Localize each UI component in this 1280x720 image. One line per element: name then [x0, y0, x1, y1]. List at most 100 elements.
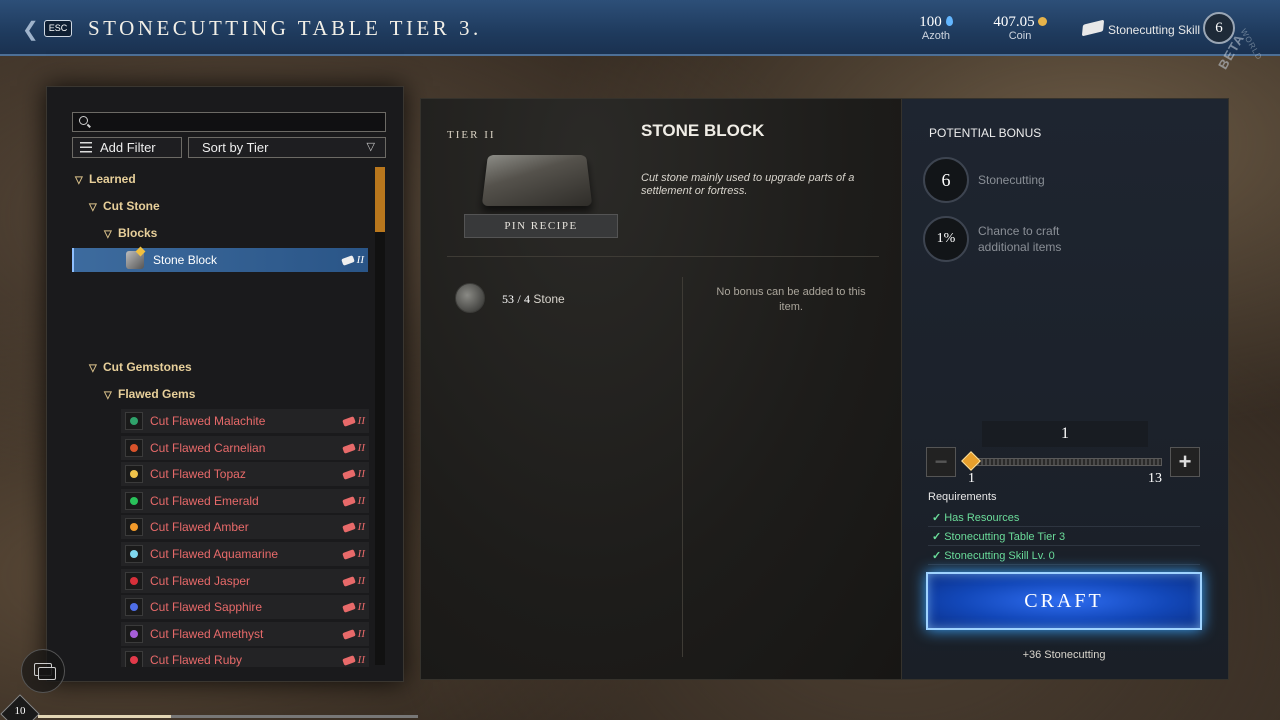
tier-badge: II: [341, 595, 365, 619]
ingredient-name: Stone: [533, 292, 565, 306]
tool-icon: [341, 549, 356, 560]
caret-down-icon: ▽: [75, 175, 83, 186]
recipe-label: Cut Flawed Jasper: [150, 573, 251, 588]
category-flawed-gems[interactable]: ▽ Flawed Gems: [104, 382, 195, 406]
scrollbar[interactable]: [375, 167, 385, 665]
divider: [682, 277, 683, 657]
tier-label: TIER II: [447, 129, 496, 141]
gem-icon: [125, 465, 143, 484]
sort-dropdown[interactable]: Sort by Tier ▽: [188, 137, 386, 158]
requirement-label: Has Resources: [944, 512, 1020, 524]
xp-gain-text: +36 Stonecutting: [1022, 649, 1106, 661]
increase-quantity-button[interactable]: +: [1170, 447, 1200, 477]
tier-text: II: [357, 494, 365, 507]
item-description: Cut stone mainly used to upgrade parts o…: [641, 172, 855, 197]
gem-icon: [125, 491, 143, 510]
skill-bonus-ring: 6: [923, 157, 969, 203]
category-label: Cut Stone: [103, 199, 160, 213]
tier-badge: II: [340, 248, 364, 272]
scrollbar-thumb[interactable]: [375, 167, 385, 232]
recipe-label: Cut Flawed Amethyst: [150, 626, 264, 641]
skill-bonus-label: Stonecutting: [978, 173, 1045, 187]
chat-button[interactable]: [21, 649, 65, 693]
gem-swatch: [130, 656, 138, 665]
category-label: Learned: [89, 172, 136, 186]
item-name: STONE BLOCK: [641, 121, 765, 140]
caret-down-icon: ▽: [89, 202, 97, 213]
category-label: Blocks: [118, 226, 158, 240]
recipe-stone-block-selected[interactable]: Stone Block II: [72, 248, 368, 272]
tool-icon: [341, 602, 356, 613]
slider-handle[interactable]: [961, 451, 981, 471]
potential-bonus-title: POTENTIAL BONUS: [929, 126, 1042, 140]
tool-icon: [341, 628, 356, 640]
slider-min-label: 1: [968, 471, 975, 486]
recipe-row[interactable]: Cut Flawed Malachite II: [121, 409, 369, 433]
recipe-label: Cut Flawed Carnelian: [150, 440, 266, 455]
skill-label: Stonecutting Skill: [1108, 23, 1201, 37]
gem-swatch: [130, 629, 138, 638]
tier-text: II: [357, 468, 365, 481]
caret-down-icon: ▽: [104, 390, 112, 401]
tier-badge: II: [341, 436, 365, 460]
gem-swatch: [130, 603, 138, 612]
search-box[interactable]: [72, 112, 386, 132]
recipe-row[interactable]: Cut Flawed Amethyst II: [121, 621, 369, 646]
add-filter-label: Add Filter: [100, 140, 156, 155]
caret-down-icon: ▽: [104, 229, 112, 240]
quantity-display[interactable]: 1: [982, 421, 1148, 447]
category-label: Flawed Gems: [118, 387, 196, 401]
add-filter-button[interactable]: Add Filter: [72, 137, 182, 158]
gem-icon: [125, 438, 143, 457]
search-input[interactable]: [93, 113, 383, 131]
tool-icon: [341, 469, 356, 480]
category-cut-stone[interactable]: ▽ Cut Stone: [89, 194, 160, 218]
quantity-slider[interactable]: [968, 458, 1162, 466]
back-chevron-icon[interactable]: ❮: [22, 17, 39, 42]
recipe-row[interactable]: Cut Flawed Amber II: [121, 515, 369, 540]
decrease-quantity-button[interactable]: −: [926, 447, 956, 477]
pin-recipe-button[interactable]: PIN RECIPE: [464, 214, 618, 238]
requirement-label: Stonecutting Skill Lv. 0: [944, 550, 1055, 562]
stone-ingredient-icon[interactable]: [455, 283, 485, 313]
category-label: Cut Gemstones: [103, 360, 192, 374]
requirement-row: ✓ Has Resources: [928, 509, 1200, 527]
requirement-row: ✓ Stonecutting Skill Lv. 0: [928, 547, 1200, 565]
check-icon: ✓: [932, 531, 942, 543]
recipe-label: Cut Flawed Malachite: [150, 414, 266, 428]
tool-icon: [341, 655, 356, 667]
check-icon: ✓: [932, 512, 942, 524]
ingredient-need: 4: [524, 292, 531, 306]
ingredient-slash: /: [517, 292, 521, 306]
recipe-row[interactable]: Cut Flawed Jasper II: [121, 568, 369, 593]
recipe-row[interactable]: Cut Flawed Aquamarine II: [121, 542, 369, 566]
no-bonus-text: No bonus can be added to this item.: [716, 286, 866, 313]
chance-bonus-label: Chance to craft additional items: [978, 224, 1062, 254]
tier-text: II: [357, 627, 365, 640]
coin-stat: 407.05 Coin: [988, 14, 1052, 42]
tier-text: II: [357, 601, 365, 614]
crafting-panel: POTENTIAL BONUS 6 Stonecutting 1% Chance…: [901, 98, 1229, 680]
recipe-row[interactable]: Cut Flawed Ruby II: [121, 648, 369, 667]
category-blocks[interactable]: ▽ Blocks: [104, 221, 157, 245]
category-learned[interactable]: ▽ Learned: [75, 167, 136, 191]
recipe-label: Cut Flawed Emerald: [150, 493, 259, 508]
tool-icon: [341, 416, 356, 427]
recipe-row[interactable]: Cut Flawed Sapphire II: [121, 595, 369, 620]
xp-bar-fill: [38, 715, 171, 718]
recipe-row[interactable]: Cut Flawed Carnelian II: [121, 435, 369, 460]
recipe-row[interactable]: Cut Flawed Topaz II: [121, 462, 369, 487]
requirement-row: ✓ Stonecutting Table Tier 3: [928, 528, 1200, 546]
gem-icon: [125, 412, 143, 430]
esc-button[interactable]: ESC: [44, 20, 72, 37]
tool-icon: [340, 255, 355, 266]
chat-icon-front: [38, 667, 56, 680]
recipe-detail-panel: TIER II PIN RECIPE STONE BLOCK Cut stone…: [420, 98, 902, 680]
category-cut-gemstones[interactable]: ▽ Cut Gemstones: [89, 355, 192, 379]
tier-text: II: [356, 254, 364, 266]
recipe-row[interactable]: Cut Flawed Emerald II: [121, 488, 369, 513]
gem-icon: [125, 624, 143, 643]
stonecutting-skill-icon: [1081, 19, 1105, 37]
craft-button[interactable]: CRAFT: [926, 572, 1202, 630]
gem-icon: [125, 518, 143, 537]
